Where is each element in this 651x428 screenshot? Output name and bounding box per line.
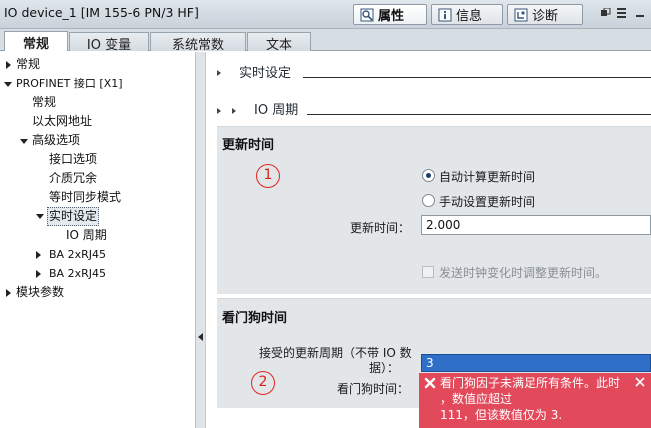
tab-general[interactable]: 常规: [4, 31, 68, 52]
section-divider: [307, 114, 651, 115]
nav-item-label: IO 周期: [66, 228, 107, 242]
inspector-tab-info[interactable]: 信息: [431, 4, 503, 25]
nav-item-interface-options[interactable]: 接口选项: [49, 150, 97, 169]
inspector-tab-properties[interactable]: 属性: [353, 4, 427, 25]
expand-arrow-icon[interactable]: [6, 289, 11, 297]
nav-item-label: PROFINET 接口 [X1]: [16, 77, 123, 90]
annotation-marker-2: 2: [251, 371, 275, 395]
nav-item-isochronous-mode[interactable]: 等时同步模式: [49, 188, 121, 207]
collapse-left-icon[interactable]: [198, 333, 203, 341]
nav-item-port-2[interactable]: BA 2xRJ45: [34, 264, 184, 283]
annotation-marker-1: 1: [256, 164, 280, 188]
nav-item-advanced-options[interactable]: 高级选项: [18, 131, 188, 150]
nav-item-label: 常规: [32, 95, 57, 109]
update-time-panel: 更新时间 1 自动计算更新时间 手动设置更新时间 更新时间： 2.000 发送时…: [217, 126, 651, 294]
nav-item-label: 模块参数: [16, 285, 65, 299]
nav-item-module-parameters[interactable]: 模块参数: [0, 283, 190, 302]
section-bullet-icon: [217, 108, 221, 114]
nav-item-label: 接口选项: [49, 152, 98, 166]
update-time-title: 更新时间: [222, 138, 275, 153]
main-tab-bar: 常规 IO 变量 系统常数 文本: [0, 29, 651, 53]
section-header-realtime: 实时设定: [239, 66, 292, 81]
nav-item-general-sub[interactable]: 常规: [32, 93, 56, 112]
inspector-tab-diagnostics-label: 诊断: [532, 9, 559, 24]
section-divider: [303, 77, 651, 78]
update-time-label: 更新时间：: [350, 221, 411, 235]
navigation-tree: 常规 PROFINET 接口 [X1] 常规 以太网地址 高级选项 接口选项 介…: [0, 52, 196, 428]
expand-arrow-icon[interactable]: [36, 251, 41, 259]
error-message-line1: 看门狗因子未满足所有条件。此时: [440, 376, 621, 390]
info-icon: [438, 8, 452, 21]
nav-item-label: 等时同步模式: [49, 190, 122, 204]
properties-icon: [360, 8, 374, 21]
section-bullet-icon: [217, 70, 221, 76]
nav-item-general[interactable]: 常规: [0, 55, 190, 74]
minimize-icon[interactable]: [635, 8, 645, 18]
radio-auto-label: 自动计算更新时间: [439, 170, 536, 184]
radio-manual-update-time[interactable]: [422, 194, 435, 207]
accepted-update-cycles-field[interactable]: 3: [421, 354, 651, 372]
error-x-icon: [424, 377, 436, 389]
nav-item-label: 高级选项: [32, 133, 81, 147]
nav-item-label: 实时设定: [49, 209, 98, 223]
close-icon[interactable]: [633, 375, 647, 389]
error-message-line2: ，数值应超过: [440, 392, 513, 406]
radio-selected-dot: [426, 173, 431, 178]
validation-error-tooltip: 看门狗因子未满足所有条件。此时 ，数值应超过 111，但该数值仅为 3.: [419, 373, 651, 428]
watchdog-title: 看门狗时间: [222, 311, 288, 326]
adjust-update-time-label: 发送时钟变化时调整更新时间。: [439, 266, 608, 280]
expand-arrow-icon[interactable]: [36, 270, 41, 278]
nav-item-realtime-settings[interactable]: 实时设定: [47, 207, 100, 226]
collapse-arrow-icon[interactable]: [4, 82, 12, 87]
error-message-line3: 111，但该数值仅为 3.: [440, 408, 563, 422]
nav-item-io-cycle[interactable]: IO 周期: [66, 226, 107, 245]
panel-splitter[interactable]: [196, 52, 206, 428]
tab-system-constants[interactable]: 系统常数: [150, 32, 246, 53]
collapse-arrow-icon[interactable]: [20, 139, 28, 144]
tab-texts[interactable]: 文本: [247, 32, 311, 53]
radio-auto-update-time[interactable]: [422, 169, 435, 182]
window-title: IO device_1 [IM 155-6 PN/3 HF]: [4, 5, 199, 20]
diagnostics-icon: [514, 8, 528, 21]
nav-item-label: BA 2xRJ45: [49, 248, 106, 261]
nav-item-profinet-interface[interactable]: PROFINET 接口 [X1]: [0, 74, 190, 93]
collapse-arrow-icon[interactable]: [36, 214, 44, 219]
update-time-field[interactable]: 2.000: [421, 215, 651, 235]
float-window-icon[interactable]: [601, 8, 611, 18]
tab-io-tags[interactable]: IO 变量: [69, 32, 149, 53]
section-header-io-cycle: IO 周期: [254, 103, 299, 118]
nav-item-label: 常规: [16, 57, 41, 71]
accepted-update-cycles-label-line2: 据）：: [369, 361, 400, 375]
nav-item-port-1[interactable]: BA 2xRJ45: [34, 245, 184, 264]
inspector-tab-info-label: 信息: [456, 9, 483, 24]
section-bullet-icon: [232, 108, 236, 114]
adjust-update-time-checkbox[interactable]: [422, 266, 434, 278]
watchdog-time-label: 看门狗时间：: [337, 382, 410, 396]
nav-item-label: 介质冗余: [49, 171, 98, 185]
inspector-tab-diagnostics[interactable]: 诊断: [507, 4, 583, 25]
radio-manual-label: 手动设置更新时间: [439, 195, 536, 209]
nav-item-media-redundancy[interactable]: 介质冗余: [49, 169, 97, 188]
content-area: 实时设定 IO 周期 更新时间 1 自动计算更新时间 手动设置更新时间 更新时间…: [207, 52, 651, 428]
menu-list-icon[interactable]: [617, 8, 629, 18]
expand-arrow-icon[interactable]: [6, 61, 11, 69]
inspector-tab-properties-label: 属性: [378, 9, 405, 24]
nav-item-ethernet-address[interactable]: 以太网地址: [32, 112, 92, 131]
properties-inspector-window: IO device_1 [IM 155-6 PN/3 HF] 属性 信息 诊断 …: [0, 0, 651, 428]
nav-item-label: BA 2xRJ45: [49, 267, 106, 280]
nav-item-label: 以太网地址: [32, 114, 93, 128]
title-bar: IO device_1 [IM 155-6 PN/3 HF] 属性 信息 诊断: [0, 0, 651, 29]
window-controls: [601, 8, 645, 18]
